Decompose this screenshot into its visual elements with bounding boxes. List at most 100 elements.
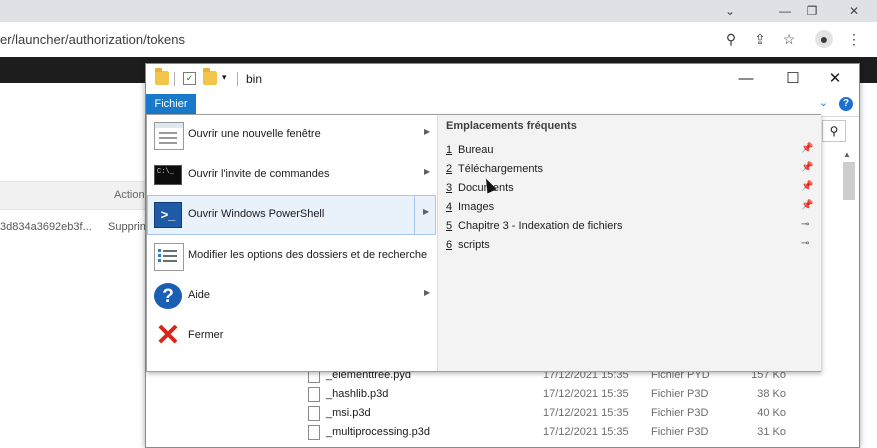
tab-fichier[interactable]: Fichier — [146, 94, 196, 115]
pinned-icon[interactable]: 📌 — [801, 200, 813, 211]
frequent-place-item[interactable]: 4 Images 📌 — [446, 199, 816, 217]
submenu-arrow-icon: ▶ — [424, 127, 431, 136]
place-number: 5 — [446, 220, 453, 232]
powershell-icon: >_ — [154, 202, 182, 228]
explorer-titlebar: ✓ ▾ bin — ☐ ✕ — [146, 64, 859, 94]
quick-access-dropdown-icon[interactable]: ▾ — [222, 72, 236, 86]
menu-item-powershell[interactable]: >_ Ouvrir Windows PowerShell ▶ — [147, 195, 436, 235]
file-list: _elementtree.pyd 17/12/2021 15:35 Fichie… — [306, 366, 826, 446]
ribbon-expand-chevron-icon[interactable]: ⌄ — [819, 96, 828, 109]
address-url[interactable]: er/launcher/authorization/tokens — [0, 32, 185, 47]
file-name: _hashlib.p3d — [326, 388, 389, 400]
folder-icon — [155, 68, 169, 85]
place-number: 6 — [446, 239, 453, 251]
pinned-icon[interactable]: 📌 — [801, 143, 813, 154]
file-date: 17/12/2021 15:35 — [543, 388, 629, 400]
menu-icon[interactable]: ⋮ — [845, 30, 863, 48]
file-size: 38 Ko — [757, 388, 786, 400]
address-bar[interactable]: er/launcher/authorization/tokens ⚲ ⇪ ☆ ●… — [0, 22, 877, 58]
file-row[interactable]: _msi.p3d 17/12/2021 15:35 Fichier P3D 40… — [306, 404, 826, 423]
place-label: scripts — [458, 239, 490, 251]
submenu-divider — [414, 196, 415, 234]
menu-item-new-window[interactable]: Ouvrir une nouvelle fenêtre ▶ — [148, 116, 436, 154]
tab-search-chevron-icon[interactable]: ⌄ — [710, 0, 750, 22]
place-number: 3 — [446, 182, 453, 194]
submenu-arrow-icon: ▶ — [424, 167, 431, 176]
menu-item-label: Ouvrir l'invite de commandes — [188, 168, 330, 180]
search-icon[interactable]: ⚲ — [822, 120, 846, 142]
table-header: Action — [0, 181, 145, 210]
file-name: _msi.p3d — [326, 407, 371, 419]
folder-options-icon — [154, 243, 184, 271]
browser-tab-strip: ⌄ — ❐ ✕ — [0, 0, 877, 22]
file-name: _multiprocessing.p3d — [326, 426, 430, 438]
toolbar-divider — [174, 72, 175, 86]
maximize-button[interactable]: ☐ — [772, 64, 814, 94]
table-header-action: Action — [114, 189, 145, 201]
delete-link[interactable]: Supprin — [108, 221, 146, 233]
place-label: Images — [458, 201, 495, 213]
menu-item-label: Modifier les options des dossiers et de … — [188, 249, 428, 261]
window-title: bin — [246, 72, 263, 86]
menu-item-close[interactable]: ✕ Fermer — [148, 317, 436, 355]
file-row[interactable]: _multiprocessing.p3d 17/12/2021 15:35 Fi… — [306, 423, 826, 442]
file-date: 17/12/2021 15:35 — [543, 407, 629, 419]
help-icon: ? — [154, 283, 182, 309]
frequent-place-item[interactable]: 1 Bureau 📌 — [446, 142, 816, 160]
file-type: Fichier P3D — [651, 426, 709, 438]
scrollbar-thumb[interactable] — [843, 162, 855, 200]
submenu-arrow-icon[interactable]: ▶ — [423, 207, 429, 216]
new-window-icon — [154, 122, 184, 150]
table-row: 3d834a3692eb3f... Supprin — [0, 216, 146, 238]
zoom-icon[interactable]: ⚲ — [722, 30, 740, 48]
minimize-button[interactable]: — — [725, 64, 767, 94]
file-icon — [308, 406, 320, 421]
unpinned-icon[interactable]: ⊸ — [801, 219, 809, 230]
file-icon — [308, 387, 320, 402]
file-row[interactable]: _hashlib.p3d 17/12/2021 15:35 Fichier P3… — [306, 385, 826, 404]
command-prompt-icon: C:\_ — [154, 165, 182, 185]
place-number: 2 — [446, 163, 453, 175]
menu-item-label: Ouvrir Windows PowerShell — [188, 208, 325, 220]
pinned-icon[interactable]: 📌 — [801, 162, 813, 173]
file-icon — [308, 425, 320, 440]
web-page-content — [0, 83, 145, 446]
frequent-place-item[interactable]: 5 Chapitre 3 - Indexation de fichiers ⊸ — [446, 218, 816, 236]
file-menu-commands: Ouvrir une nouvelle fenêtre ▶ C:\_ Ouvri… — [147, 115, 437, 371]
close-icon: ✕ — [155, 319, 181, 352]
file-menu: Ouvrir une nouvelle fenêtre ▶ C:\_ Ouvri… — [146, 114, 821, 372]
place-label: Bureau — [458, 144, 494, 156]
star-icon[interactable]: ☆ — [780, 30, 798, 48]
browser-restore-button[interactable]: ❐ — [792, 0, 832, 22]
place-number: 4 — [446, 201, 453, 213]
menu-item-help[interactable]: ? Aide ▶ — [148, 277, 436, 315]
frequent-place-item[interactable]: 2 Téléchargements 📌 — [446, 161, 816, 179]
scroll-up-arrow-icon[interactable]: ▲ — [843, 150, 851, 159]
menu-item-command-prompt[interactable]: C:\_ Ouvrir l'invite de commandes ▶ — [148, 156, 436, 194]
frequent-place-item[interactable]: 3 Documents 📌 — [446, 180, 816, 198]
menu-item-label: Ouvrir une nouvelle fenêtre — [188, 128, 321, 140]
new-folder-icon[interactable] — [203, 68, 217, 85]
profile-icon[interactable]: ● — [815, 30, 833, 48]
file-size: 31 Ko — [757, 426, 786, 438]
help-icon[interactable]: ? — [839, 97, 853, 111]
properties-icon[interactable]: ✓ — [183, 72, 196, 85]
pinned-icon[interactable]: 📌 — [801, 181, 813, 192]
menu-item-label: Aide — [188, 289, 211, 301]
menu-item-label: Fermer — [188, 329, 224, 341]
file-type: Fichier P3D — [651, 388, 709, 400]
menu-item-folder-options[interactable]: Modifier les options des dossiers et de … — [148, 237, 436, 275]
close-button[interactable]: ✕ — [814, 64, 856, 94]
file-type: Fichier P3D — [651, 407, 709, 419]
frequent-places-title: Emplacements fréquents — [446, 120, 577, 132]
share-icon[interactable]: ⇪ — [751, 30, 769, 48]
frequent-place-item[interactable]: 6 scripts ⊸ — [446, 237, 816, 255]
place-label: Chapitre 3 - Indexation de fichiers — [458, 220, 623, 232]
place-label: Téléchargements — [458, 163, 543, 175]
file-size: 40 Ko — [757, 407, 786, 419]
frequent-places-panel: Emplacements fréquents 1 Bureau 📌 2 Télé… — [437, 115, 821, 371]
token-id: 3d834a3692eb3f... — [0, 221, 92, 233]
place-number: 1 — [446, 144, 453, 156]
browser-close-button[interactable]: ✕ — [834, 0, 874, 22]
unpinned-icon[interactable]: ⊸ — [801, 238, 809, 249]
